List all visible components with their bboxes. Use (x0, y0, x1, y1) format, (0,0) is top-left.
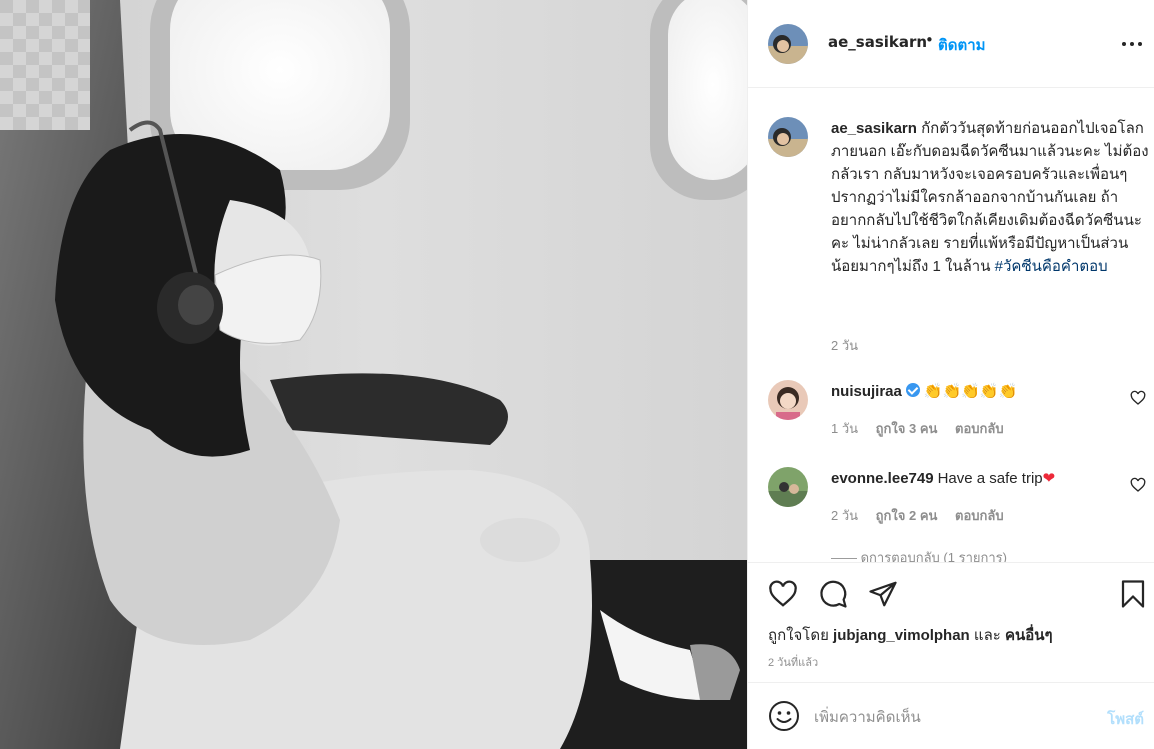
more-options-icon[interactable] (1120, 34, 1144, 54)
liked-by-joiner: และ (973, 627, 1001, 644)
emoji-icon[interactable] (768, 700, 800, 732)
liked-by-user[interactable]: jubjang_vimolphan (833, 627, 970, 644)
verified-badge-icon (905, 383, 920, 397)
bookmark-icon[interactable] (1118, 579, 1148, 609)
reply-button[interactable]: ตอบกลับ (955, 421, 1004, 436)
header-separator: • (925, 31, 934, 49)
heart-icon[interactable] (768, 579, 798, 609)
caption-avatar-image (768, 117, 808, 157)
commenter-avatar[interactable] (768, 467, 808, 507)
caption-username[interactable]: ae_sasikarn (831, 120, 917, 137)
post-photo[interactable] (0, 0, 747, 749)
commenter-avatar-image (768, 380, 808, 420)
post-header: ae_sasikarn • ติดตาม (748, 0, 1154, 88)
comment-time: 2 วัน (831, 508, 859, 523)
author-avatar-image (768, 24, 808, 64)
comment-likes[interactable]: ถูกใจ 2 คน (876, 508, 938, 523)
share-icon[interactable] (868, 579, 898, 609)
comment-item: nuisujiraa 👏👏👏👏👏 1 วัน ถูกใจ 3 คน ตอบกลับ (768, 380, 1148, 440)
caption-text: ae_sasikarn กักตัววันสุดท้ายก่อนออกไปเจอ… (831, 117, 1151, 278)
caption-avatar[interactable] (768, 117, 808, 157)
comment-body: 👏👏👏👏👏 (923, 383, 1018, 400)
post-timestamp[interactable]: 2 วันที่แล้ว (768, 653, 818, 671)
comment-username[interactable]: evonne.lee749 (831, 470, 934, 487)
commenter-avatar[interactable] (768, 380, 808, 420)
comment-like-heart-icon[interactable] (1130, 390, 1146, 406)
caption-body: กักตัววันสุดท้ายก่อนออกไปเจอโลกภายนอก เอ… (831, 120, 1149, 275)
action-bar: ถูกใจโดย jubjang_vimolphan และ คนอื่นๆ 2… (748, 562, 1154, 682)
follow-button[interactable]: ติดตาม (938, 33, 986, 57)
comment-item: evonne.lee749 Have a safe trip❤ 2 วัน ถูก… (768, 467, 1148, 527)
caption-hashtag[interactable]: #วัคซีนคือคำตอบ (995, 258, 1108, 275)
comment-text: evonne.lee749 Have a safe trip❤ (831, 469, 1055, 487)
liked-by-others[interactable]: คนอื่นๆ (1005, 627, 1053, 644)
comment-text: nuisujiraa 👏👏👏👏👏 (831, 382, 1017, 400)
add-comment-bar: โพสต์ (748, 682, 1154, 749)
caption-timestamp: 2 วัน (831, 338, 859, 353)
author-username[interactable]: ae_sasikarn (828, 33, 927, 51)
comments-section[interactable]: ae_sasikarn กักตัววันสุดท้ายก่อนออกไปเจอ… (748, 89, 1154, 562)
comment-like-heart-icon[interactable] (1130, 477, 1146, 493)
comment-emoji: ❤ (1042, 470, 1056, 487)
comment-icon[interactable] (818, 579, 848, 609)
comment-input[interactable] (814, 703, 1074, 731)
airplane-photo (0, 0, 747, 749)
post-comment-button[interactable]: โพสต์ (1107, 707, 1144, 731)
comment-username[interactable]: nuisujiraa (831, 383, 902, 400)
view-replies-link[interactable]: —— ดูการตอบกลับ (1 รายการ) (831, 547, 1007, 562)
comment-time: 1 วัน (831, 421, 859, 436)
reply-button[interactable]: ตอบกลับ (955, 508, 1004, 523)
comment-likes[interactable]: ถูกใจ 3 คน (876, 421, 938, 436)
comment-meta: 1 วัน ถูกใจ 3 คน ตอบกลับ (831, 418, 1018, 439)
comment-meta: 2 วัน ถูกใจ 2 คน ตอบกลับ (831, 505, 1018, 526)
author-avatar[interactable] (768, 24, 808, 64)
liked-by: ถูกใจโดย jubjang_vimolphan และ คนอื่นๆ (768, 623, 1053, 647)
comment-body: Have a safe trip (937, 470, 1043, 487)
commenter-avatar-image (768, 467, 808, 507)
liked-by-prefix: ถูกใจโดย (768, 627, 829, 644)
post-details-panel: ae_sasikarn • ติดตาม ae_sasikarn กักตัวว… (747, 0, 1154, 749)
